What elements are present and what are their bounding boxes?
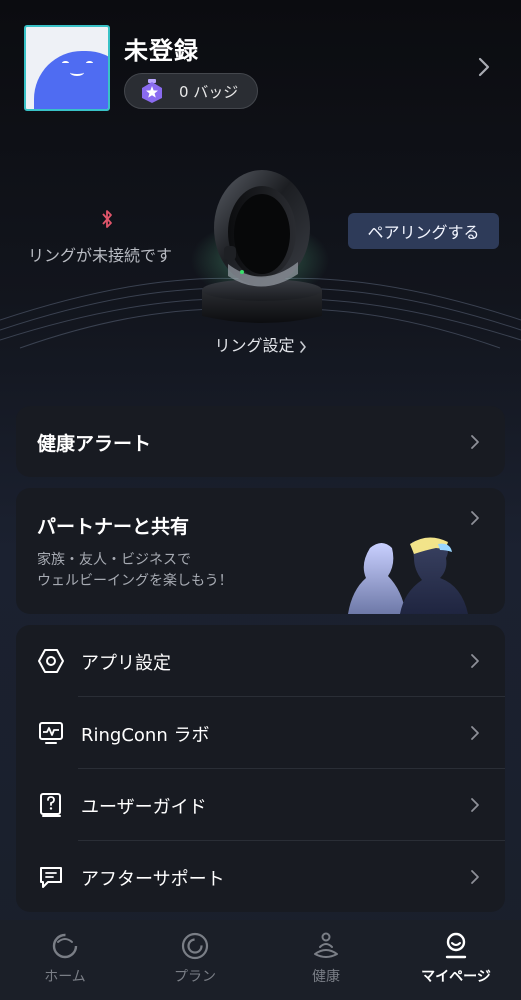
ring-section: リングが未接続です ペアリングする リング設定 bbox=[0, 150, 521, 360]
hexagon-gear-icon bbox=[38, 649, 64, 673]
nav-mypage-label: マイページ bbox=[421, 969, 491, 985]
nav-mypage[interactable]: マイページ bbox=[391, 920, 521, 1000]
partner-share-description: 家族・友人・ビジネスで ウェルビーイングを楽しもう！ bbox=[37, 550, 233, 592]
health-alert-card[interactable]: 健康アラート bbox=[16, 406, 505, 477]
partner-desc-line-1: 家族・友人・ビジネスで bbox=[37, 552, 191, 568]
chevron-right-icon[interactable] bbox=[477, 57, 491, 77]
partner-illustration bbox=[348, 537, 468, 614]
chevron-right-icon bbox=[471, 511, 479, 525]
ringconn-lab-label: RingConn ラボ bbox=[81, 725, 210, 746]
smart-ring-image[interactable] bbox=[206, 166, 318, 296]
health-alert-title: 健康アラート bbox=[37, 433, 152, 455]
chevron-right-icon bbox=[471, 726, 479, 740]
user-guide-label: ユーザーガイド bbox=[81, 797, 207, 818]
nav-home-label: ホーム bbox=[44, 969, 86, 985]
nav-plan[interactable]: プラン bbox=[130, 920, 260, 1000]
nav-health[interactable]: 健康 bbox=[261, 920, 391, 1000]
plan-ring-icon bbox=[181, 932, 209, 960]
settings-list-card: アプリ設定 RingConn ラボ ユーザーガイド アフターサポート bbox=[16, 625, 505, 912]
partner-share-card[interactable]: パートナーと共有 家族・友人・ビジネスで ウェルビーイングを楽しもう！ bbox=[16, 488, 505, 614]
partner-share-title: パートナーと共有 bbox=[37, 516, 190, 538]
chat-bubble-icon bbox=[40, 867, 62, 888]
ringconn-lab-row[interactable]: RingConn ラボ bbox=[16, 697, 505, 769]
pair-button[interactable]: ペアリングする bbox=[348, 213, 499, 249]
ring-connection-status: リングが未接続です bbox=[28, 246, 173, 265]
user-name: 未登録 bbox=[124, 37, 199, 65]
chevron-right-icon bbox=[471, 654, 479, 668]
bottom-nav: ホーム プラン 健康 マイページ bbox=[0, 920, 521, 1000]
after-support-label: アフターサポート bbox=[81, 869, 225, 890]
my-page-screen: 未登録 0 バッジ リングが未接続です ペアリングする リング設定 健康アラート… bbox=[0, 0, 521, 1000]
badge-count: 0 バッジ bbox=[179, 82, 239, 101]
avatar[interactable] bbox=[24, 25, 110, 111]
chevron-right-icon bbox=[471, 870, 479, 884]
monitor-pulse-icon bbox=[39, 722, 63, 744]
bluetooth-off-icon bbox=[102, 210, 112, 228]
avatar-mouth bbox=[70, 69, 84, 76]
nav-home[interactable]: ホーム bbox=[0, 920, 130, 1000]
nav-health-label: 健康 bbox=[312, 969, 340, 985]
ring-settings-label: リング設定 bbox=[214, 336, 295, 355]
badge-icon bbox=[139, 78, 165, 104]
chevron-right-icon bbox=[471, 435, 479, 449]
chevron-right-icon bbox=[299, 340, 306, 353]
app-settings-row[interactable]: アプリ設定 bbox=[16, 625, 505, 697]
chevron-right-icon bbox=[471, 798, 479, 812]
ring-settings-link[interactable]: リング設定 bbox=[0, 332, 521, 356]
home-ring-icon bbox=[52, 933, 78, 959]
profile-icon bbox=[445, 932, 467, 959]
nav-plan-label: プラン bbox=[174, 969, 216, 985]
avatar-character bbox=[34, 51, 108, 109]
badge-button[interactable]: 0 バッジ bbox=[124, 73, 258, 109]
after-support-row[interactable]: アフターサポート bbox=[16, 841, 505, 913]
user-guide-row[interactable]: ユーザーガイド bbox=[16, 769, 505, 841]
profile-header[interactable]: 未登録 0 バッジ bbox=[24, 25, 499, 111]
partner-desc-line-2: ウェルビーイングを楽しもう！ bbox=[37, 573, 233, 589]
meditation-icon bbox=[314, 932, 338, 958]
avatar-eye-right bbox=[86, 61, 93, 65]
question-book-icon bbox=[40, 793, 61, 817]
app-settings-label: アプリ設定 bbox=[81, 653, 171, 674]
avatar-eye-left bbox=[62, 61, 69, 65]
